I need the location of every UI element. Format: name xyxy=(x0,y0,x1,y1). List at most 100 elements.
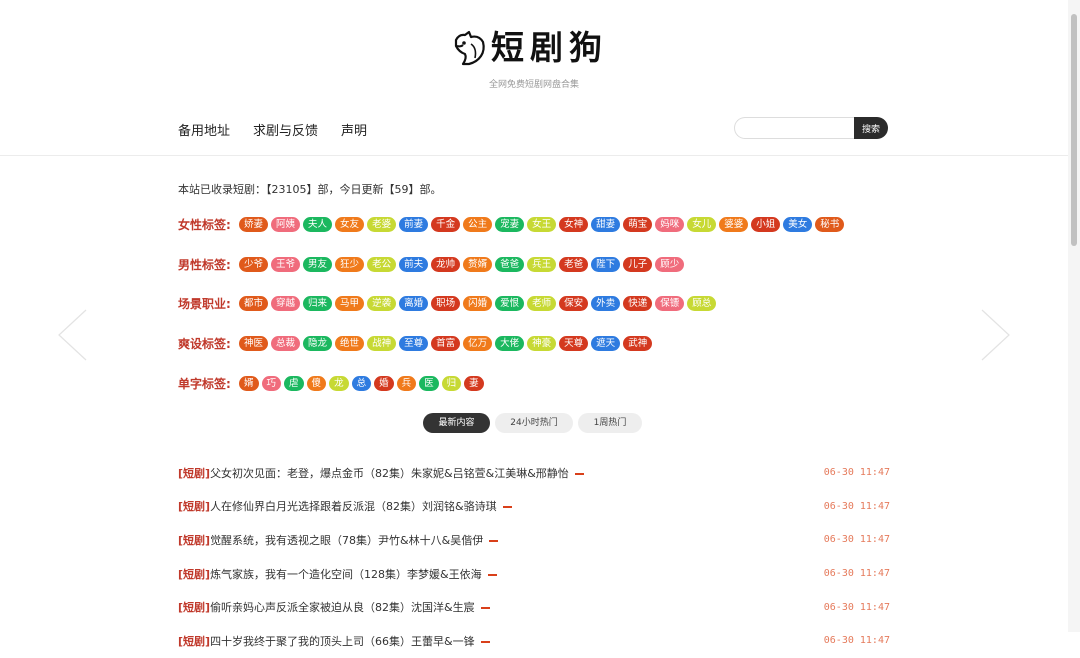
tag-chip[interactable]: 公主 xyxy=(463,217,493,232)
tag-chip[interactable]: 小姐 xyxy=(751,217,781,232)
tag-chip[interactable]: 亿万 xyxy=(463,336,493,351)
tag-chip[interactable]: 至尊 xyxy=(399,336,429,351)
tag-chip[interactable]: 女王 xyxy=(527,217,557,232)
tag-chip[interactable]: 龙帅 xyxy=(431,257,461,272)
tag-chip[interactable]: 男友 xyxy=(303,257,333,272)
list-item-link[interactable]: [短剧]人在修仙界白月光选择跟着反派混（82集）刘润铭&骆诗琪 xyxy=(178,498,512,514)
list-item[interactable]: [短剧]人在修仙界白月光选择跟着反派混（82集）刘润铭&骆诗琪 06-30 11:… xyxy=(178,490,890,524)
tag-chip[interactable]: 绝世 xyxy=(335,336,365,351)
tag-chip[interactable]: 穿越 xyxy=(271,296,301,311)
list-item[interactable]: [短剧]炼气家族，我有一个造化空间（128集）李梦媛&王依海 06-30 11:4… xyxy=(178,557,890,591)
tag-chip[interactable]: 首富 xyxy=(431,336,461,351)
search-input[interactable] xyxy=(734,117,854,139)
tag-chip[interactable]: 归来 xyxy=(303,296,333,311)
tag-chip[interactable]: 遮天 xyxy=(591,336,621,351)
tag-chip[interactable]: 女儿 xyxy=(687,217,717,232)
tag-chip[interactable]: 老师 xyxy=(527,296,557,311)
tag-chip[interactable]: 虐 xyxy=(284,376,304,391)
list-item-link[interactable]: [短剧]觉醒系统，我有透视之眼（78集）尹竹&林十八&吴偕伊 xyxy=(178,532,499,548)
list-item[interactable]: [短剧]偷听亲妈心声反派全家被迫从良（82集）沈国洋&生宸 06-30 11:47 xyxy=(178,590,890,624)
tag-chip[interactable]: 爸爸 xyxy=(495,257,525,272)
tag-chip[interactable]: 顾总 xyxy=(687,296,717,311)
tag-chip[interactable]: 少爷 xyxy=(239,257,269,272)
tag-chip[interactable]: 逆袭 xyxy=(367,296,397,311)
tag-chip[interactable]: 赘婿 xyxy=(463,257,493,272)
tag-chip[interactable]: 美女 xyxy=(783,217,813,232)
tag-chip[interactable]: 甜妻 xyxy=(591,217,621,232)
list-item-title[interactable]: 觉醒系统，我有透视之眼（78集）尹竹&林十八&吴偕伊 xyxy=(210,534,483,547)
tag-chip[interactable]: 婆婆 xyxy=(719,217,749,232)
tag-chip[interactable]: 医 xyxy=(419,376,439,391)
list-item[interactable]: [短剧]父女初次见面：老登，爆点金币（82集）朱家妮&吕铭萱&江美琳&邢静怡 06… xyxy=(178,456,890,490)
list-item-link[interactable]: [短剧]父女初次见面：老登，爆点金币（82集）朱家妮&吕铭萱&江美琳&邢静怡 xyxy=(178,465,584,481)
tag-chip[interactable]: 战神 xyxy=(367,336,397,351)
tag-chip[interactable]: 老爸 xyxy=(559,257,589,272)
tag-chip[interactable]: 神豪 xyxy=(527,336,557,351)
tag-chip[interactable]: 妻 xyxy=(464,376,484,391)
tag-chip[interactable]: 保安 xyxy=(559,296,589,311)
tag-chip[interactable]: 老公 xyxy=(367,257,397,272)
tag-chip[interactable]: 归 xyxy=(441,376,462,391)
tag-chip[interactable]: 千金 xyxy=(431,217,461,232)
tag-chip[interactable]: 离婚 xyxy=(399,296,429,311)
list-item-title[interactable]: 人在修仙界白月光选择跟着反派混（82集）刘润铭&骆诗琪 xyxy=(210,500,497,513)
tag-chip[interactable]: 阿姨 xyxy=(271,217,301,232)
site-logo[interactable]: 短剧狗 xyxy=(453,28,608,68)
tag-chip[interactable]: 巧 xyxy=(261,376,282,391)
tag-chip[interactable]: 保镖 xyxy=(655,296,685,311)
tag-chip[interactable]: 快递 xyxy=(623,296,653,311)
nav-request-feedback[interactable]: 求剧与反馈 xyxy=(253,120,318,139)
tab-latest[interactable]: 最新内容 xyxy=(423,413,490,433)
tag-chip[interactable]: 前夫 xyxy=(399,257,429,272)
tag-chip[interactable]: 秘书 xyxy=(815,217,845,232)
tag-chip[interactable]: 女神 xyxy=(559,217,589,232)
tag-chip[interactable]: 兵王 xyxy=(527,257,557,272)
tab-week-hot[interactable]: 1周热门 xyxy=(578,413,642,433)
tag-chip[interactable]: 萌宝 xyxy=(623,217,653,232)
search-button[interactable]: 搜索 xyxy=(854,117,888,139)
list-item[interactable]: [短剧]觉醒系统，我有透视之眼（78集）尹竹&林十八&吴偕伊 06-30 11:4… xyxy=(178,523,890,557)
scrollbar-thumb[interactable] xyxy=(1071,14,1077,246)
tag-chip[interactable]: 闪婚 xyxy=(463,296,493,311)
tag-chip[interactable]: 前妻 xyxy=(399,217,429,232)
tag-chip[interactable]: 婿 xyxy=(239,376,259,391)
tag-chip[interactable]: 外卖 xyxy=(591,296,621,311)
tag-chip[interactable]: 妈咪 xyxy=(655,217,685,232)
tab-24h-hot[interactable]: 24小时热门 xyxy=(495,413,573,433)
tag-chip[interactable]: 隐龙 xyxy=(303,336,333,351)
list-item-link[interactable]: [短剧]偷听亲妈心声反派全家被迫从良（82集）沈国洋&生宸 xyxy=(178,599,490,615)
tag-chip[interactable]: 傻 xyxy=(306,376,327,391)
tag-chip[interactable]: 娇妻 xyxy=(239,217,269,232)
tag-chip[interactable]: 夫人 xyxy=(303,217,333,232)
tag-chip[interactable]: 职场 xyxy=(431,296,461,311)
tag-chip[interactable]: 都市 xyxy=(239,296,269,311)
tag-chip[interactable]: 武神 xyxy=(623,336,653,351)
nav-backup-address[interactable]: 备用地址 xyxy=(178,120,230,139)
tag-chip[interactable]: 马甲 xyxy=(335,296,365,311)
tag-chip[interactable]: 女友 xyxy=(335,217,365,232)
list-item-title[interactable]: 父女初次见面：老登，爆点金币（82集）朱家妮&吕铭萱&江美琳&邢静怡 xyxy=(210,467,569,480)
tag-chip[interactable]: 顾少 xyxy=(655,257,685,272)
tag-chip[interactable]: 陛下 xyxy=(591,257,621,272)
tag-chip[interactable]: 总 xyxy=(351,376,372,391)
list-item-title[interactable]: 四十岁我终于聚了我的顶头上司（66集）王蕾早&一锋 xyxy=(210,635,475,648)
tag-chip[interactable]: 天尊 xyxy=(559,336,589,351)
tag-chip[interactable]: 老婆 xyxy=(367,217,397,232)
list-item[interactable]: [短剧]四十岁我终于聚了我的顶头上司（66集）王蕾早&一锋 06-30 11:47 xyxy=(178,624,890,658)
list-item-title[interactable]: 偷听亲妈心声反派全家被迫从良（82集）沈国洋&生宸 xyxy=(210,601,475,614)
tag-chip[interactable]: 王爷 xyxy=(271,257,301,272)
tag-chip[interactable]: 儿子 xyxy=(623,257,653,272)
tag-chip[interactable]: 兵 xyxy=(396,376,417,391)
scrollbar[interactable] xyxy=(1068,0,1080,632)
tag-chip[interactable]: 婚 xyxy=(374,376,394,391)
tag-chip[interactable]: 爱恨 xyxy=(495,296,525,311)
next-arrow-icon[interactable] xyxy=(958,308,1012,362)
tag-chip[interactable]: 宠妻 xyxy=(495,217,525,232)
list-item-link[interactable]: [短剧]四十岁我终于聚了我的顶头上司（66集）王蕾早&一锋 xyxy=(178,633,490,649)
list-item-title[interactable]: 炼气家族，我有一个造化空间（128集）李梦媛&王依海 xyxy=(210,568,482,581)
prev-arrow-icon[interactable] xyxy=(56,308,110,362)
tag-chip[interactable]: 狂少 xyxy=(335,257,365,272)
tag-chip[interactable]: 大佬 xyxy=(495,336,525,351)
list-item-link[interactable]: [短剧]炼气家族，我有一个造化空间（128集）李梦媛&王依海 xyxy=(178,566,497,582)
tag-chip[interactable]: 神医 xyxy=(239,336,269,351)
